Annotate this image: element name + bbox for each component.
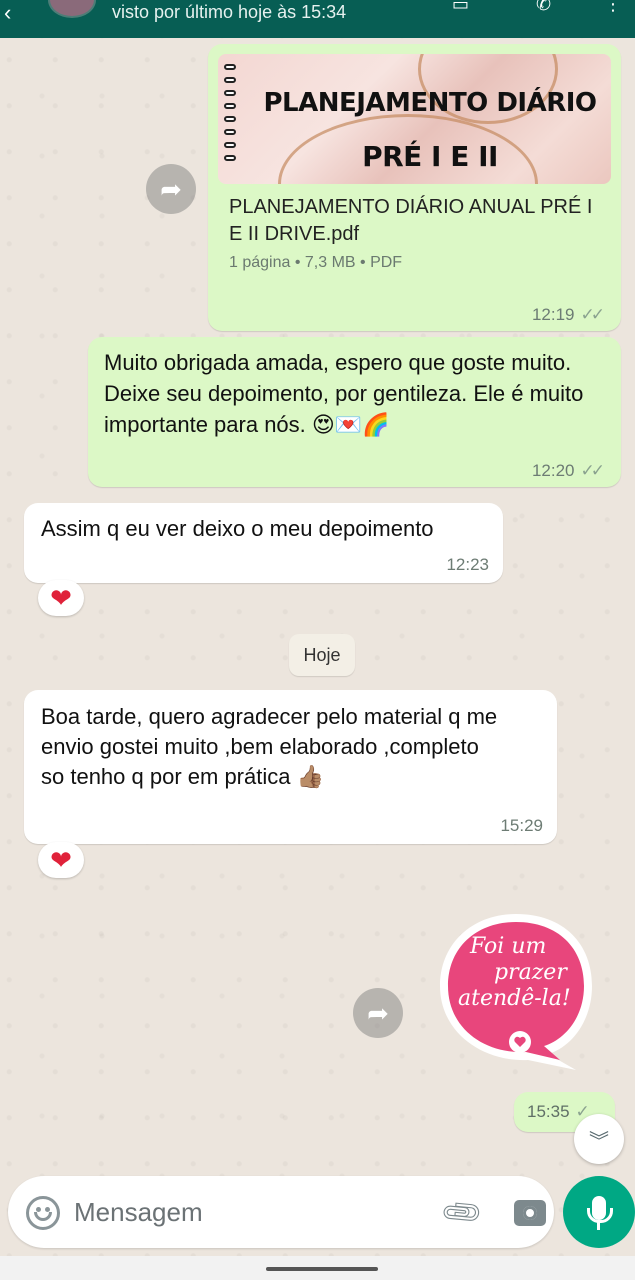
more-options-icon[interactable]: ⋮ <box>604 0 622 15</box>
double-check-icon: ✓✓ <box>580 305 605 324</box>
message-composer: 📎︎ <box>8 1176 554 1248</box>
message-time: 15:35 ✓ <box>527 1102 590 1121</box>
heart-reaction[interactable]: ❤ <box>38 842 84 878</box>
home-handle[interactable] <box>266 1267 378 1271</box>
chat-header[interactable]: ‹ visto por último hoje às 15:34 ▭ ✆ ⋮ <box>0 0 635 38</box>
paperclip-icon[interactable]: 📎︎ <box>438 1188 486 1236</box>
document-filename: PLANEJAMENTO DIÁRIO ANUAL PRÉ I E II DRI… <box>229 196 593 245</box>
forward-icon[interactable]: ➦ <box>353 988 403 1038</box>
mic-icon-stem <box>597 1222 600 1230</box>
message-time: 15:29 <box>500 816 543 835</box>
message-time: 12:19 ✓✓ <box>531 305 605 324</box>
message-text: Assim q eu ver deixo o meu depoimento <box>41 516 434 541</box>
mic-icon <box>587 1196 613 1223</box>
incoming-message[interactable]: Boa tarde, quero agradecer pelo material… <box>24 690 557 844</box>
sticker-text-line2: prazer <box>494 960 567 985</box>
forward-icon[interactable]: ➦ <box>146 164 196 214</box>
message-time: 12:20 ✓✓ <box>531 461 605 480</box>
incoming-message[interactable]: Assim q eu ver deixo o meu depoimento 12… <box>24 503 503 583</box>
pdf-preview-thumbnail[interactable]: PLANEJAMENTO DIÁRIO PRÉ I E II <box>218 54 611 184</box>
message-text: Muito obrigada amada, espero que goste m… <box>104 350 584 437</box>
preview-title-line1: PLANEJAMENTO DIÁRIO <box>263 88 597 118</box>
voice-call-icon[interactable]: ✆ <box>536 0 551 15</box>
heart-reaction[interactable]: ❤ <box>38 580 84 616</box>
notebook-spiral <box>224 64 236 168</box>
date-separator: Hoje <box>289 634 355 676</box>
preview-title-line2: PRÉ I E II <box>362 140 498 173</box>
double-check-icon: ✓✓ <box>580 461 605 480</box>
contact-avatar[interactable] <box>48 0 96 18</box>
outgoing-message[interactable]: Muito obrigada amada, espero que goste m… <box>88 337 621 487</box>
document-message[interactable]: PLANEJAMENTO DIÁRIO PRÉ I E II PLANEJAME… <box>208 44 621 331</box>
system-nav-bar <box>0 1256 635 1280</box>
chevrons-down-icon[interactable]: ︾ <box>574 1114 624 1164</box>
mic-button[interactable] <box>563 1176 635 1248</box>
message-input[interactable] <box>74 1192 424 1232</box>
sticker-text-line1: Foi um <box>470 934 547 959</box>
message-text: Boa tarde, quero agradecer pelo material… <box>41 704 498 789</box>
last-seen-status: visto por último hoje às 15:34 <box>112 2 347 22</box>
message-time: 12:23 <box>446 555 489 574</box>
sticker-text-line3: atendê-la! <box>458 986 571 1011</box>
camera-icon[interactable] <box>514 1200 546 1226</box>
back-arrow-icon[interactable]: ‹ <box>4 0 11 26</box>
document-meta: 1 página • 7,3 MB • PDF <box>229 254 403 271</box>
thank-you-sticker[interactable]: Foi um prazer atendê-la! <box>436 910 596 1070</box>
video-call-icon[interactable]: ▭ <box>452 0 469 15</box>
